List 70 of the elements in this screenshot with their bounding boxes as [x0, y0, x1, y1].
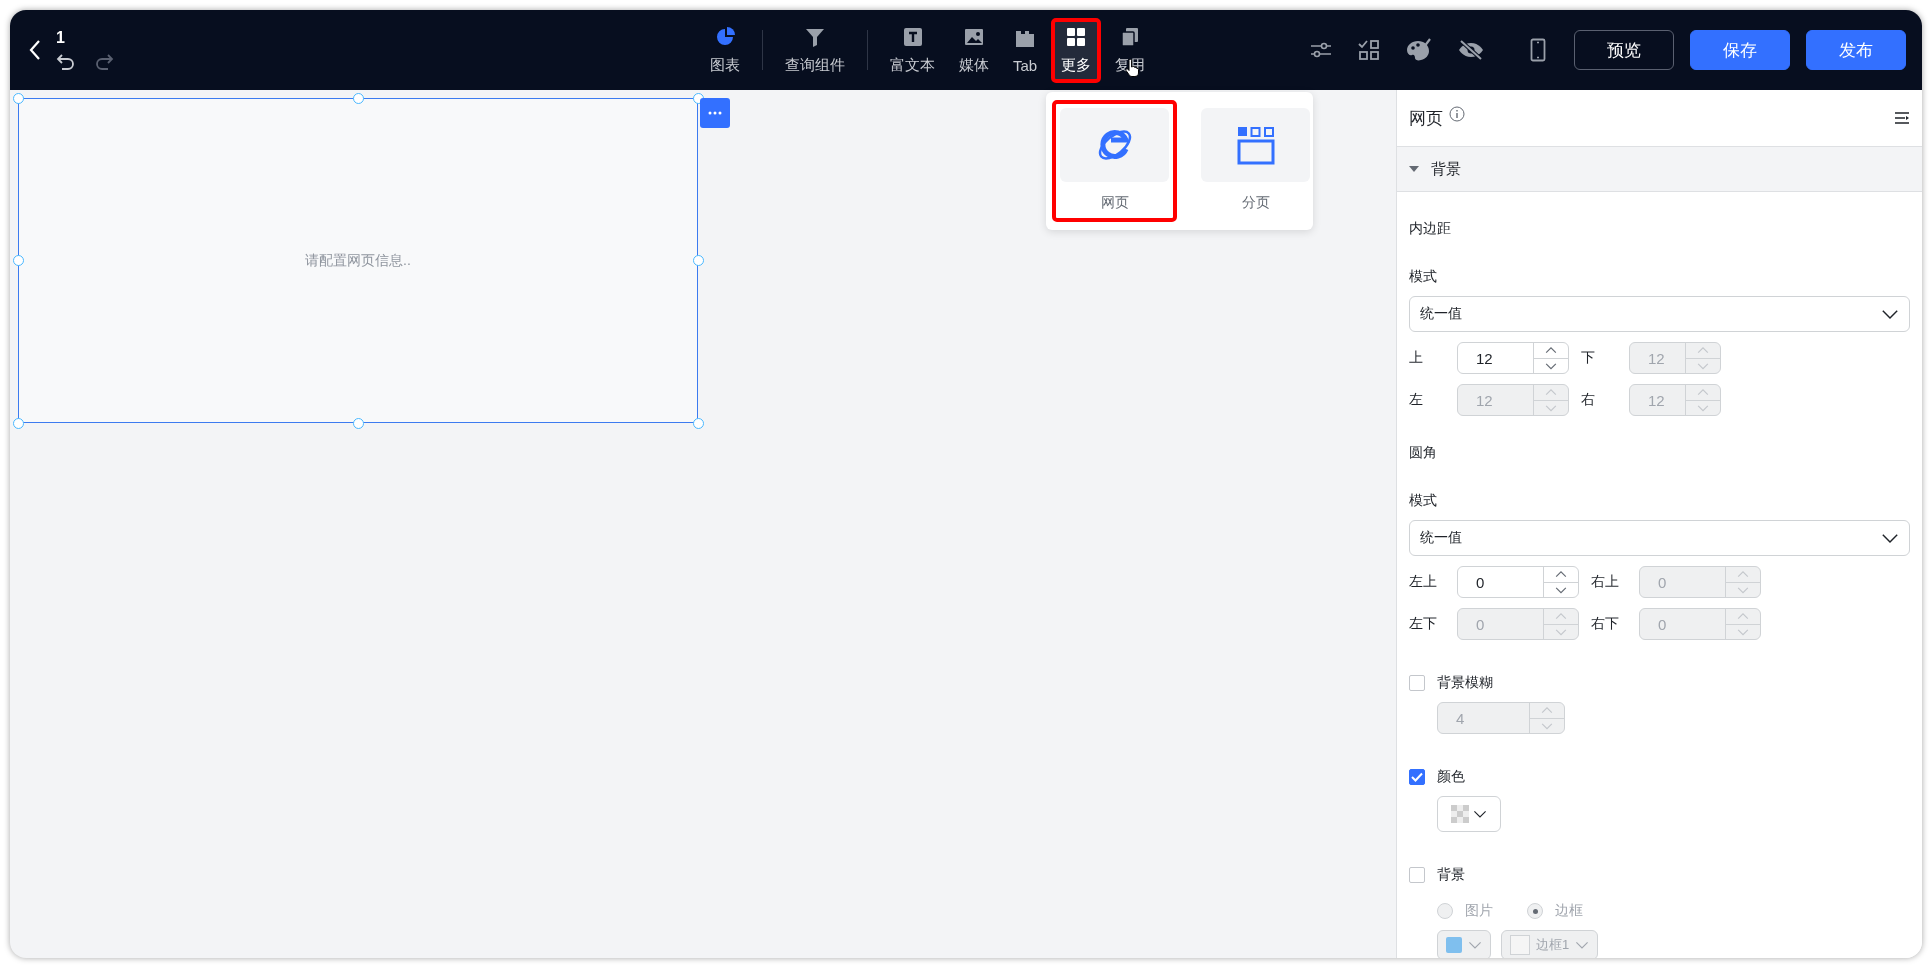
- toolbar-tab[interactable]: 富文本: [880, 17, 945, 83]
- chevron-down-icon: [1881, 308, 1899, 320]
- toolbar-tab[interactable]: 图表: [700, 17, 750, 83]
- palette-icon[interactable]: [1406, 38, 1432, 62]
- transparent-swatch-icon: [1451, 805, 1469, 823]
- resize-handle[interactable]: [692, 255, 704, 266]
- placeholder-text: 请配置网页信息..: [305, 251, 411, 270]
- checkbox[interactable]: [1409, 769, 1425, 785]
- chevron-down-icon: [1575, 940, 1590, 950]
- pie-chart-icon: [714, 25, 736, 48]
- group-label: 圆角: [1409, 444, 1438, 462]
- color-swatch: [1446, 937, 1462, 953]
- field-label: 左上: [1409, 573, 1438, 591]
- checkbox[interactable]: [1409, 675, 1425, 691]
- ellipsis-icon: [708, 111, 722, 115]
- group-label: 内边距: [1409, 220, 1452, 238]
- undo-icon[interactable]: [56, 53, 76, 71]
- action-button[interactable]: 发布: [1806, 30, 1906, 70]
- collapse-panel-icon[interactable]: [1894, 111, 1910, 125]
- info-icon[interactable]: [1449, 106, 1465, 122]
- resize-handle[interactable]: [692, 417, 704, 429]
- chevron-down-icon: [1881, 532, 1899, 544]
- checklist-grid-icon[interactable]: [1358, 39, 1380, 61]
- resize-handle[interactable]: [12, 92, 24, 104]
- checkbox-label: 背景模糊: [1437, 674, 1493, 692]
- checkbox-label: 背景: [1437, 866, 1465, 884]
- action-button[interactable]: 预览: [1574, 30, 1674, 70]
- menu-item[interactable]: 网页: [1052, 100, 1177, 222]
- number-input[interactable]: 0: [1457, 566, 1579, 598]
- resize-handle[interactable]: [352, 92, 364, 104]
- resize-handle[interactable]: [12, 417, 24, 429]
- checkbox[interactable]: [1409, 867, 1425, 883]
- toolbar-tab[interactable]: 查询组件: [775, 17, 855, 83]
- more-options-button[interactable]: [700, 98, 730, 128]
- chevron-down-icon: [1473, 809, 1487, 819]
- grid-icon: [1065, 25, 1088, 48]
- action-button[interactable]: 保存: [1690, 30, 1790, 70]
- field-label: 右下: [1591, 615, 1620, 633]
- text-icon: [901, 25, 924, 48]
- page-title: 1: [56, 29, 66, 47]
- field-label: 右: [1581, 391, 1596, 409]
- field-label: 模式: [1409, 268, 1438, 286]
- resize-handle[interactable]: [352, 417, 364, 429]
- mode-select[interactable]: 统一值: [1409, 520, 1910, 556]
- toolbar-tab[interactable]: 媒体: [949, 17, 999, 83]
- number-input[interactable]: 12: [1457, 342, 1569, 374]
- checkbox-label: 颜色: [1437, 768, 1465, 786]
- field-label: 左: [1409, 391, 1424, 409]
- panel-title: 网页: [1409, 107, 1443, 130]
- paged-layout-icon: [1235, 125, 1276, 165]
- field-label: 上: [1409, 349, 1424, 367]
- caret-icon: [1409, 165, 1419, 173]
- mode-select[interactable]: 统一值: [1409, 296, 1910, 332]
- back-icon[interactable]: [28, 39, 42, 61]
- sliders-icon[interactable]: [1310, 41, 1332, 59]
- field-label: 下: [1581, 349, 1596, 367]
- redo-icon[interactable]: [94, 53, 114, 71]
- color-select[interactable]: [1437, 930, 1491, 958]
- section-header[interactable]: 背景: [1397, 147, 1922, 192]
- toolbar-tab[interactable]: Tab: [1003, 18, 1048, 82]
- field-label: 右上: [1591, 573, 1620, 591]
- field-label: 左下: [1409, 615, 1438, 633]
- chevron-down-icon: [1468, 940, 1482, 950]
- resize-handle[interactable]: [12, 255, 24, 266]
- field-label: 模式: [1409, 492, 1438, 510]
- toolbar-tab[interactable]: 更多: [1051, 17, 1102, 83]
- border-preview-icon: [1510, 935, 1530, 955]
- eye-off-icon[interactable]: [1458, 39, 1484, 61]
- mobile-icon[interactable]: [1530, 38, 1546, 62]
- color-picker[interactable]: [1437, 796, 1501, 832]
